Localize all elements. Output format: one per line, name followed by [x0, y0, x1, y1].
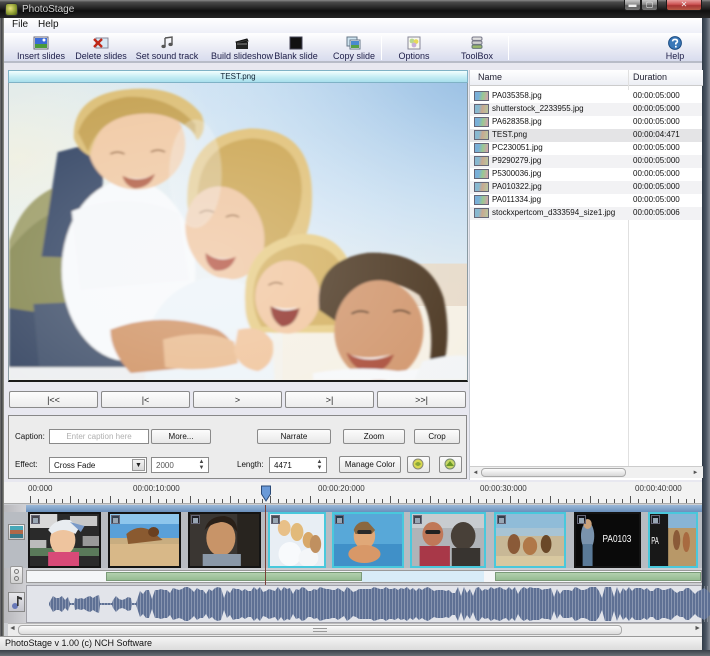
svg-text:PA0103: PA0103 — [603, 533, 632, 544]
svg-text:PA: PA — [651, 536, 659, 547]
